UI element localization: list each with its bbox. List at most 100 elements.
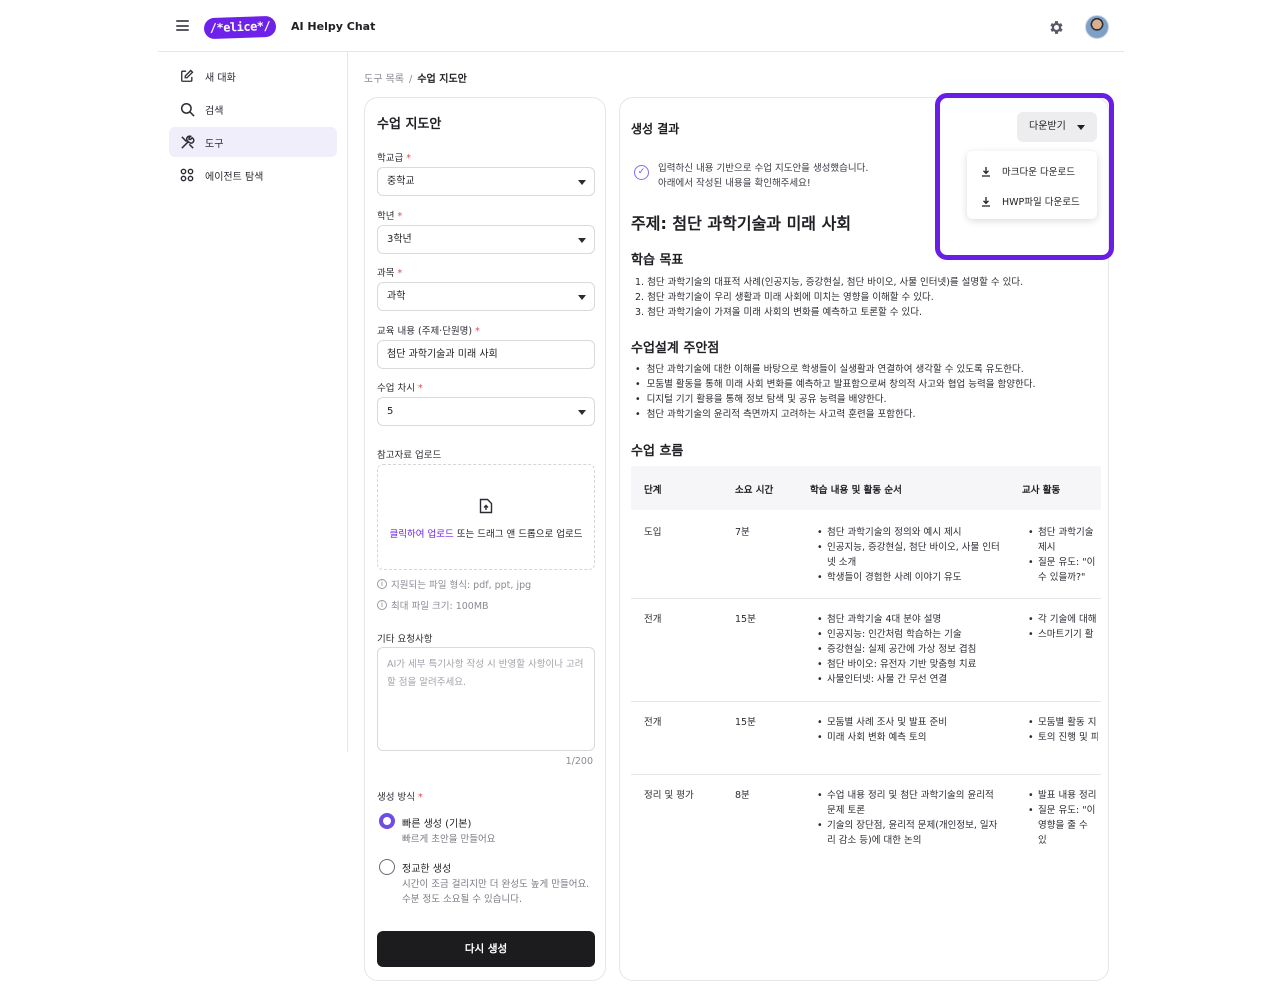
table-cell-content: 첨단 과학기술의 정의와 예시 제시 인공지능, 증강현실, 첨단 바이오, 사… bbox=[817, 525, 1002, 585]
subject-select[interactable]: 과학 bbox=[377, 282, 595, 311]
table-cell-content: 모둠별 사례 조사 및 발표 준비 미래 사회 변화 예측 토의 bbox=[817, 715, 1002, 745]
result-notice: 입력하신 내용 기반으로 수업 지도안을 생성했습니다. 아래에서 작성된 내용을… bbox=[658, 163, 869, 189]
precise-mode-radio[interactable] bbox=[379, 859, 395, 875]
breadcrumb-parent[interactable]: 도구 목록 bbox=[364, 74, 404, 85]
fast-mode-title[interactable]: 빠른 생성 (기본) bbox=[402, 815, 471, 830]
table-cell-teacher: 각 기술에 대해 스마트기기 활 bbox=[1028, 612, 1098, 644]
requests-label: 기타 요청사항 bbox=[377, 634, 433, 645]
grid-icon bbox=[179, 167, 195, 183]
sidebar-item-label: 새 대화 bbox=[205, 72, 236, 84]
table-cell-teacher: 모둠별 활동 지 토의 진행 및 피 bbox=[1028, 715, 1098, 747]
top-bar: /*elice*/ AI Helpy Chat ⌄ bbox=[158, 0, 1124, 52]
download-icon bbox=[982, 196, 990, 207]
chevron-down-icon[interactable]: ⌄ bbox=[361, 21, 369, 32]
sidebar: 새 대화 검색 도구 에이전트 탐색 bbox=[158, 52, 348, 752]
elice-logo[interactable]: /*elice*/ bbox=[203, 15, 277, 40]
file-upload-icon bbox=[479, 498, 493, 514]
breadcrumb-separator: / bbox=[408, 74, 413, 85]
info-icon: i bbox=[377, 600, 387, 610]
char-counter: 1/200 bbox=[565, 756, 593, 767]
sidebar-item-search[interactable]: 검색 bbox=[169, 94, 337, 124]
column-header: 학습 내용 및 활동 순서 bbox=[810, 485, 902, 496]
table-cell-stage: 정리 및 평가 bbox=[644, 790, 694, 801]
school-level-select[interactable]: 중학교 bbox=[377, 167, 595, 196]
list-item: 첨단 과학기술의 윤리적 측면까지 고려하는 사고력 훈련을 포함한다. bbox=[635, 407, 1035, 422]
file-size-hint: i 최대 파일 크기: 100MB bbox=[377, 598, 489, 612]
result-title: 생성 결과 bbox=[631, 122, 680, 136]
content-label: 교육 내용 (주제·단원명) * bbox=[377, 326, 480, 337]
dropzone-text: 클릭하여 업로드 또는 드래그 앤 드롭으로 업로드 bbox=[389, 529, 583, 540]
row-divider bbox=[631, 598, 1101, 599]
table-cell-time: 7분 bbox=[735, 527, 750, 538]
list-item: 첨단 과학기술에 대한 이해를 바탕으로 학생들이 실생활과 연결하여 생각할 … bbox=[635, 362, 1035, 377]
goals-list: 1. 첨단 과학기술의 대표적 사례(인공지능, 증강현실, 첨단 바이오, 사… bbox=[635, 275, 1023, 320]
table-cell-stage: 도입 bbox=[644, 527, 662, 538]
sidebar-item-agents[interactable]: 에이전트 탐색 bbox=[169, 160, 337, 190]
download-button[interactable]: 다운받기 bbox=[1017, 112, 1097, 142]
fast-mode-radio[interactable] bbox=[379, 813, 395, 829]
search-icon bbox=[179, 101, 195, 117]
upload-link[interactable]: 클릭하여 업로드 bbox=[390, 529, 454, 540]
list-item: 모둠별 활동을 통해 미래 사회 변화를 예측하고 발표함으로써 창의적 사고와… bbox=[635, 377, 1036, 392]
list-item: 2. 첨단 과학기술이 우리 생활과 미래 사회에 미치는 영향을 이해할 수 … bbox=[635, 292, 934, 303]
sidebar-item-label: 검색 bbox=[205, 105, 224, 117]
list-item: 1. 첨단 과학기술의 대표적 사례(인공지능, 증강현실, 첨단 바이오, 사… bbox=[635, 277, 1024, 288]
form-title: 수업 지도안 bbox=[377, 117, 442, 132]
list-item: 3. 첨단 과학기술이 가져올 미래 사회의 변화를 예측하고 토론할 수 있다… bbox=[635, 307, 923, 318]
precise-mode-title[interactable]: 정교한 생성 bbox=[402, 860, 451, 875]
fast-mode-desc: 빠르게 초안을 만들어요 bbox=[402, 834, 496, 845]
table-cell-teacher: 발표 내용 정리 질문 유도: "이 영향을 줄 수 있 bbox=[1028, 788, 1098, 850]
grade-select[interactable]: 3학년 bbox=[377, 225, 595, 254]
column-header: 단계 bbox=[644, 485, 662, 496]
table-cell-time: 15분 bbox=[735, 614, 756, 625]
row-divider bbox=[631, 701, 1101, 702]
session-select[interactable]: 5 bbox=[377, 397, 595, 426]
check-icon: ✓ bbox=[634, 165, 649, 180]
download-markdown-item[interactable]: 마크다운 다운로드 bbox=[967, 156, 1097, 186]
sidebar-item-new-chat[interactable]: 새 대화 bbox=[169, 61, 337, 91]
download-menu: 마크다운 다운로드 HWP파일 다운로드 bbox=[967, 151, 1097, 219]
avatar[interactable] bbox=[1085, 15, 1109, 39]
table-cell-stage: 전개 bbox=[644, 717, 662, 728]
caret-down-icon bbox=[1077, 125, 1085, 130]
tools-icon bbox=[179, 134, 195, 150]
goals-heading: 학습 목표 bbox=[631, 253, 684, 268]
table-cell-content: 수업 내용 정리 및 첨단 과학기술의 윤리적 문제 토론 기술의 장단점, 윤… bbox=[817, 788, 1002, 848]
download-hwp-item[interactable]: HWP파일 다운로드 bbox=[967, 186, 1097, 216]
table-cell-time: 8분 bbox=[735, 790, 750, 801]
dropdown-caret-icon bbox=[578, 238, 586, 243]
edit-icon bbox=[179, 68, 195, 84]
requests-textarea[interactable]: AI가 세부 특기사항 작성 시 반영할 사항이나 고려할 점을 알려주세요. bbox=[377, 647, 595, 751]
info-icon: i bbox=[377, 579, 387, 589]
breadcrumb: 도구 목록 / 수업 지도안 bbox=[364, 70, 467, 85]
notes-list: 첨단 과학기술에 대한 이해를 바탕으로 학생들이 실생활과 연결하여 생각할 … bbox=[635, 362, 1036, 422]
table-cell-content: 첨단 과학기술 4대 분야 설명 인공지능: 인간처럼 학습하는 기술 증강현실… bbox=[817, 612, 1002, 687]
mode-label: 생성 방식 * bbox=[377, 792, 423, 803]
subject-label: 과목 * bbox=[377, 268, 403, 279]
gear-icon[interactable] bbox=[1048, 19, 1065, 36]
table-cell-stage: 전개 bbox=[644, 614, 662, 625]
content-input[interactable]: 첨단 과학기술과 미래 사회 bbox=[377, 340, 595, 369]
lesson-plan-form: 수업 지도안 학교급 * 중학교 학년 * 3학년 과목 * 과학 교육 내용 (주제… bbox=[364, 97, 606, 981]
precise-mode-desc: 시간이 조금 걸리지만 더 완성도 높게 만들어요. 수분 정도 소요될 수 있습… bbox=[402, 879, 590, 905]
table-cell-teacher: 첨단 과학기술 제시 질문 유도: "이 수 있을까?" bbox=[1028, 525, 1098, 587]
dropdown-caret-icon bbox=[578, 295, 586, 300]
regenerate-button[interactable]: 다시 생성 bbox=[377, 931, 595, 967]
list-item: 디지털 기기 활용을 통해 정보 탐색 및 공유 능력을 배양한다. bbox=[635, 392, 1035, 407]
dropdown-caret-icon bbox=[578, 180, 586, 185]
column-header: 교사 활동 bbox=[1022, 485, 1061, 496]
column-header: 소요 시간 bbox=[735, 485, 774, 496]
school-level-label: 학교급 * bbox=[377, 153, 411, 164]
topic-heading: 주제: 첨단 과학기술과 미래 사회 bbox=[631, 214, 852, 233]
session-label: 수업 차시 * bbox=[377, 383, 423, 394]
sidebar-item-tools[interactable]: 도구 bbox=[169, 127, 337, 157]
file-format-hint: i 지원되는 파일 형식: pdf, ppt, jpg bbox=[377, 577, 531, 591]
row-divider bbox=[631, 774, 1101, 775]
table-cell-time: 15분 bbox=[735, 717, 756, 728]
grade-label: 학년 * bbox=[377, 211, 403, 222]
download-icon bbox=[982, 166, 990, 177]
file-dropzone[interactable]: 클릭하여 업로드 또는 드래그 앤 드롭으로 업로드 bbox=[377, 464, 595, 570]
menu-icon[interactable] bbox=[176, 20, 189, 31]
table-header: 단계 소요 시간 학습 내용 및 활동 순서 교사 활동 bbox=[631, 466, 1101, 510]
sidebar-item-label: 도구 bbox=[205, 138, 224, 150]
